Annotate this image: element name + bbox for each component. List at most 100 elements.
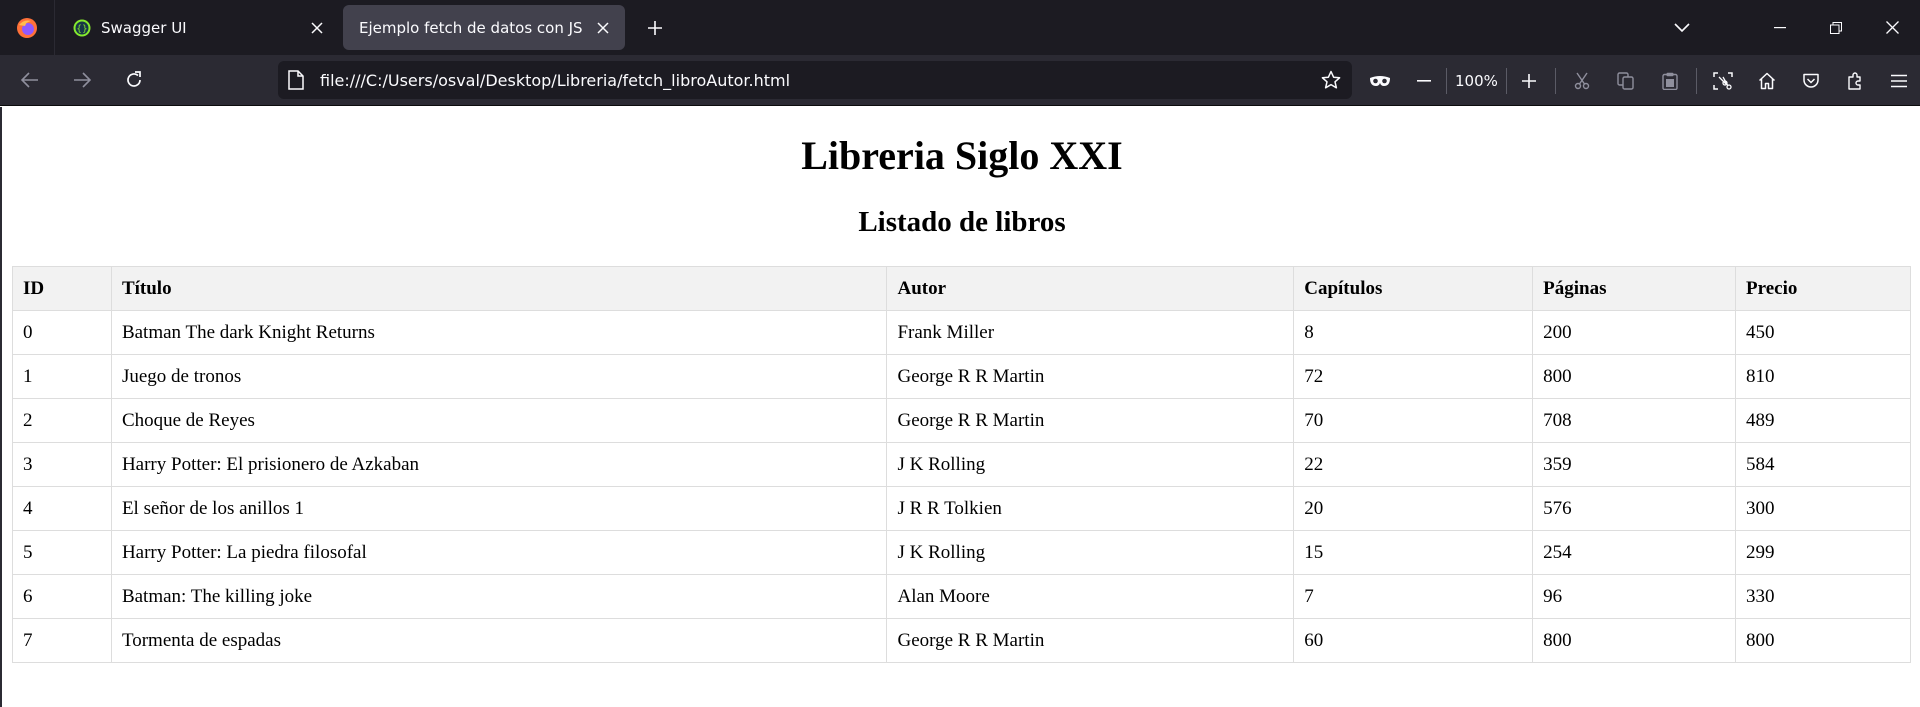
table-row: 6 Batman: The killing joke Alan Moore 7 … (12, 574, 1911, 619)
private-mask-icon[interactable] (1360, 61, 1400, 101)
table-row: 0 Batman The dark Knight Returns Frank M… (12, 310, 1911, 355)
cell-precio: 489 (1735, 398, 1911, 443)
toolbar-right: 100% (1358, 55, 1920, 106)
cell-id: 0 (12, 310, 112, 355)
address-bar[interactable]: file:///C:/Users/osval/Desktop/Libreria/… (278, 61, 1352, 99)
column-header-titulo: Título (110, 266, 888, 311)
table-row: 4 El señor de los anillos 1 J R R Tolkie… (12, 486, 1911, 531)
reload-button[interactable] (112, 58, 156, 102)
restore-button[interactable] (1808, 0, 1864, 55)
screenshot-icon[interactable] (1703, 61, 1743, 101)
toolbar-separator (1554, 67, 1556, 94)
table-row: 7 Tormenta de espadas George R R Martin … (12, 618, 1911, 663)
table-row: 3 Harry Potter: El prisionero de Azkaban… (12, 442, 1911, 487)
cell-precio: 300 (1735, 486, 1911, 531)
cell-capitulos: 20 (1293, 486, 1534, 531)
paste-icon[interactable] (1650, 61, 1690, 101)
close-icon[interactable] (307, 18, 327, 38)
cell-autor: George R R Martin (886, 398, 1295, 443)
cell-autor: George R R Martin (886, 354, 1295, 399)
cell-paginas: 254 (1532, 530, 1737, 575)
cell-autor: Alan Moore (886, 574, 1295, 619)
tab-fetch-demo[interactable]: Ejemplo fetch de datos con JS (343, 5, 625, 50)
cut-icon[interactable] (1562, 61, 1602, 101)
column-header-autor: Autor (886, 266, 1295, 311)
cell-titulo: Tormenta de espadas (110, 618, 888, 663)
tab-swagger[interactable]: {} Swagger UI (57, 5, 339, 50)
zoom-out-button[interactable] (1404, 61, 1444, 101)
table-header-row: ID Título Autor Capítulos Páginas Precio (12, 266, 1911, 311)
page-title: Libreria Siglo XXI (801, 133, 1123, 178)
cell-titulo: Batman: The killing joke (110, 574, 888, 619)
column-header-capitulos: Capítulos (1293, 266, 1534, 311)
minimize-button[interactable] (1752, 0, 1808, 55)
hamburger-menu-icon[interactable] (1879, 61, 1919, 101)
swagger-icon: {} (73, 19, 91, 37)
cell-paginas: 708 (1532, 398, 1737, 443)
forward-button[interactable] (60, 58, 104, 102)
tab-label: Ejemplo fetch de datos con JS (359, 18, 583, 37)
cell-paginas: 576 (1532, 486, 1737, 531)
zoom-reset-button[interactable]: 100% (1446, 67, 1507, 94)
column-header-id: ID (12, 266, 112, 311)
cell-titulo: Harry Potter: El prisionero de Azkaban (110, 442, 888, 487)
cell-titulo: Batman The dark Knight Returns (110, 310, 888, 355)
cell-paginas: 200 (1532, 310, 1737, 355)
bookmark-star-icon[interactable] (1314, 63, 1348, 97)
table-body: 0 Batman The dark Knight Returns Frank M… (12, 310, 1911, 663)
cell-titulo: Harry Potter: La piedra filosofal (110, 530, 888, 575)
pocket-icon[interactable] (1791, 61, 1831, 101)
column-header-paginas: Páginas (1532, 266, 1737, 311)
cell-precio: 450 (1735, 310, 1911, 355)
cell-paginas: 359 (1532, 442, 1737, 487)
cell-autor: George R R Martin (886, 618, 1295, 663)
books-table: ID Título Autor Capítulos Páginas Precio… (12, 266, 1911, 663)
cell-autor: J R R Tolkien (886, 486, 1295, 531)
zoom-in-button[interactable] (1509, 61, 1549, 101)
firefox-icon[interactable] (0, 0, 55, 55)
list-all-tabs-button[interactable] (1652, 0, 1712, 55)
cell-autor: Frank Miller (886, 310, 1295, 355)
page-subtitle: Listado de libros (858, 206, 1066, 238)
cell-id: 4 (12, 486, 112, 531)
extensions-icon[interactable] (1835, 61, 1875, 101)
new-tab-button[interactable] (635, 8, 675, 48)
home-icon[interactable] (1747, 61, 1787, 101)
close-icon[interactable] (593, 18, 613, 38)
cell-capitulos: 60 (1293, 618, 1534, 663)
cell-autor: J K Rolling (886, 442, 1295, 487)
svg-text:{}: {} (76, 24, 87, 34)
back-button[interactable] (8, 58, 52, 102)
cell-precio: 800 (1735, 618, 1911, 663)
tab-label: Swagger UI (101, 18, 187, 37)
cell-capitulos: 70 (1293, 398, 1534, 443)
cell-capitulos: 7 (1293, 574, 1534, 619)
cell-id: 6 (12, 574, 112, 619)
cell-capitulos: 72 (1293, 354, 1534, 399)
url-text[interactable]: file:///C:/Users/osval/Desktop/Libreria/… (320, 71, 1314, 90)
cell-autor: J K Rolling (886, 530, 1295, 575)
cell-id: 5 (12, 530, 112, 575)
cell-titulo: El señor de los anillos 1 (110, 486, 888, 531)
window-controls (1652, 0, 1920, 55)
cell-paginas: 800 (1532, 618, 1737, 663)
cell-precio: 330 (1735, 574, 1911, 619)
cell-titulo: Juego de tronos (110, 354, 888, 399)
close-window-button[interactable] (1864, 0, 1920, 55)
navigation-toolbar: file:///C:/Users/osval/Desktop/Libreria/… (0, 55, 1920, 106)
cell-capitulos: 15 (1293, 530, 1534, 575)
cell-capitulos: 22 (1293, 442, 1534, 487)
cell-capitulos: 8 (1293, 310, 1534, 355)
page-content: Libreria Siglo XXI Listado de libros ID … (0, 107, 1920, 707)
tab-strip: {} Swagger UI Ejemplo fetch de datos con… (0, 0, 1920, 55)
cell-precio: 584 (1735, 442, 1911, 487)
cell-id: 2 (12, 398, 112, 443)
copy-icon[interactable] (1606, 61, 1646, 101)
cell-paginas: 800 (1532, 354, 1737, 399)
cell-id: 3 (12, 442, 112, 487)
table-row: 1 Juego de tronos George R R Martin 72 8… (12, 354, 1911, 399)
table-row: 5 Harry Potter: La piedra filosofal J K … (12, 530, 1911, 575)
cell-titulo: Choque de Reyes (110, 398, 888, 443)
toolbar-separator (1695, 67, 1697, 94)
column-header-precio: Precio (1735, 266, 1911, 311)
